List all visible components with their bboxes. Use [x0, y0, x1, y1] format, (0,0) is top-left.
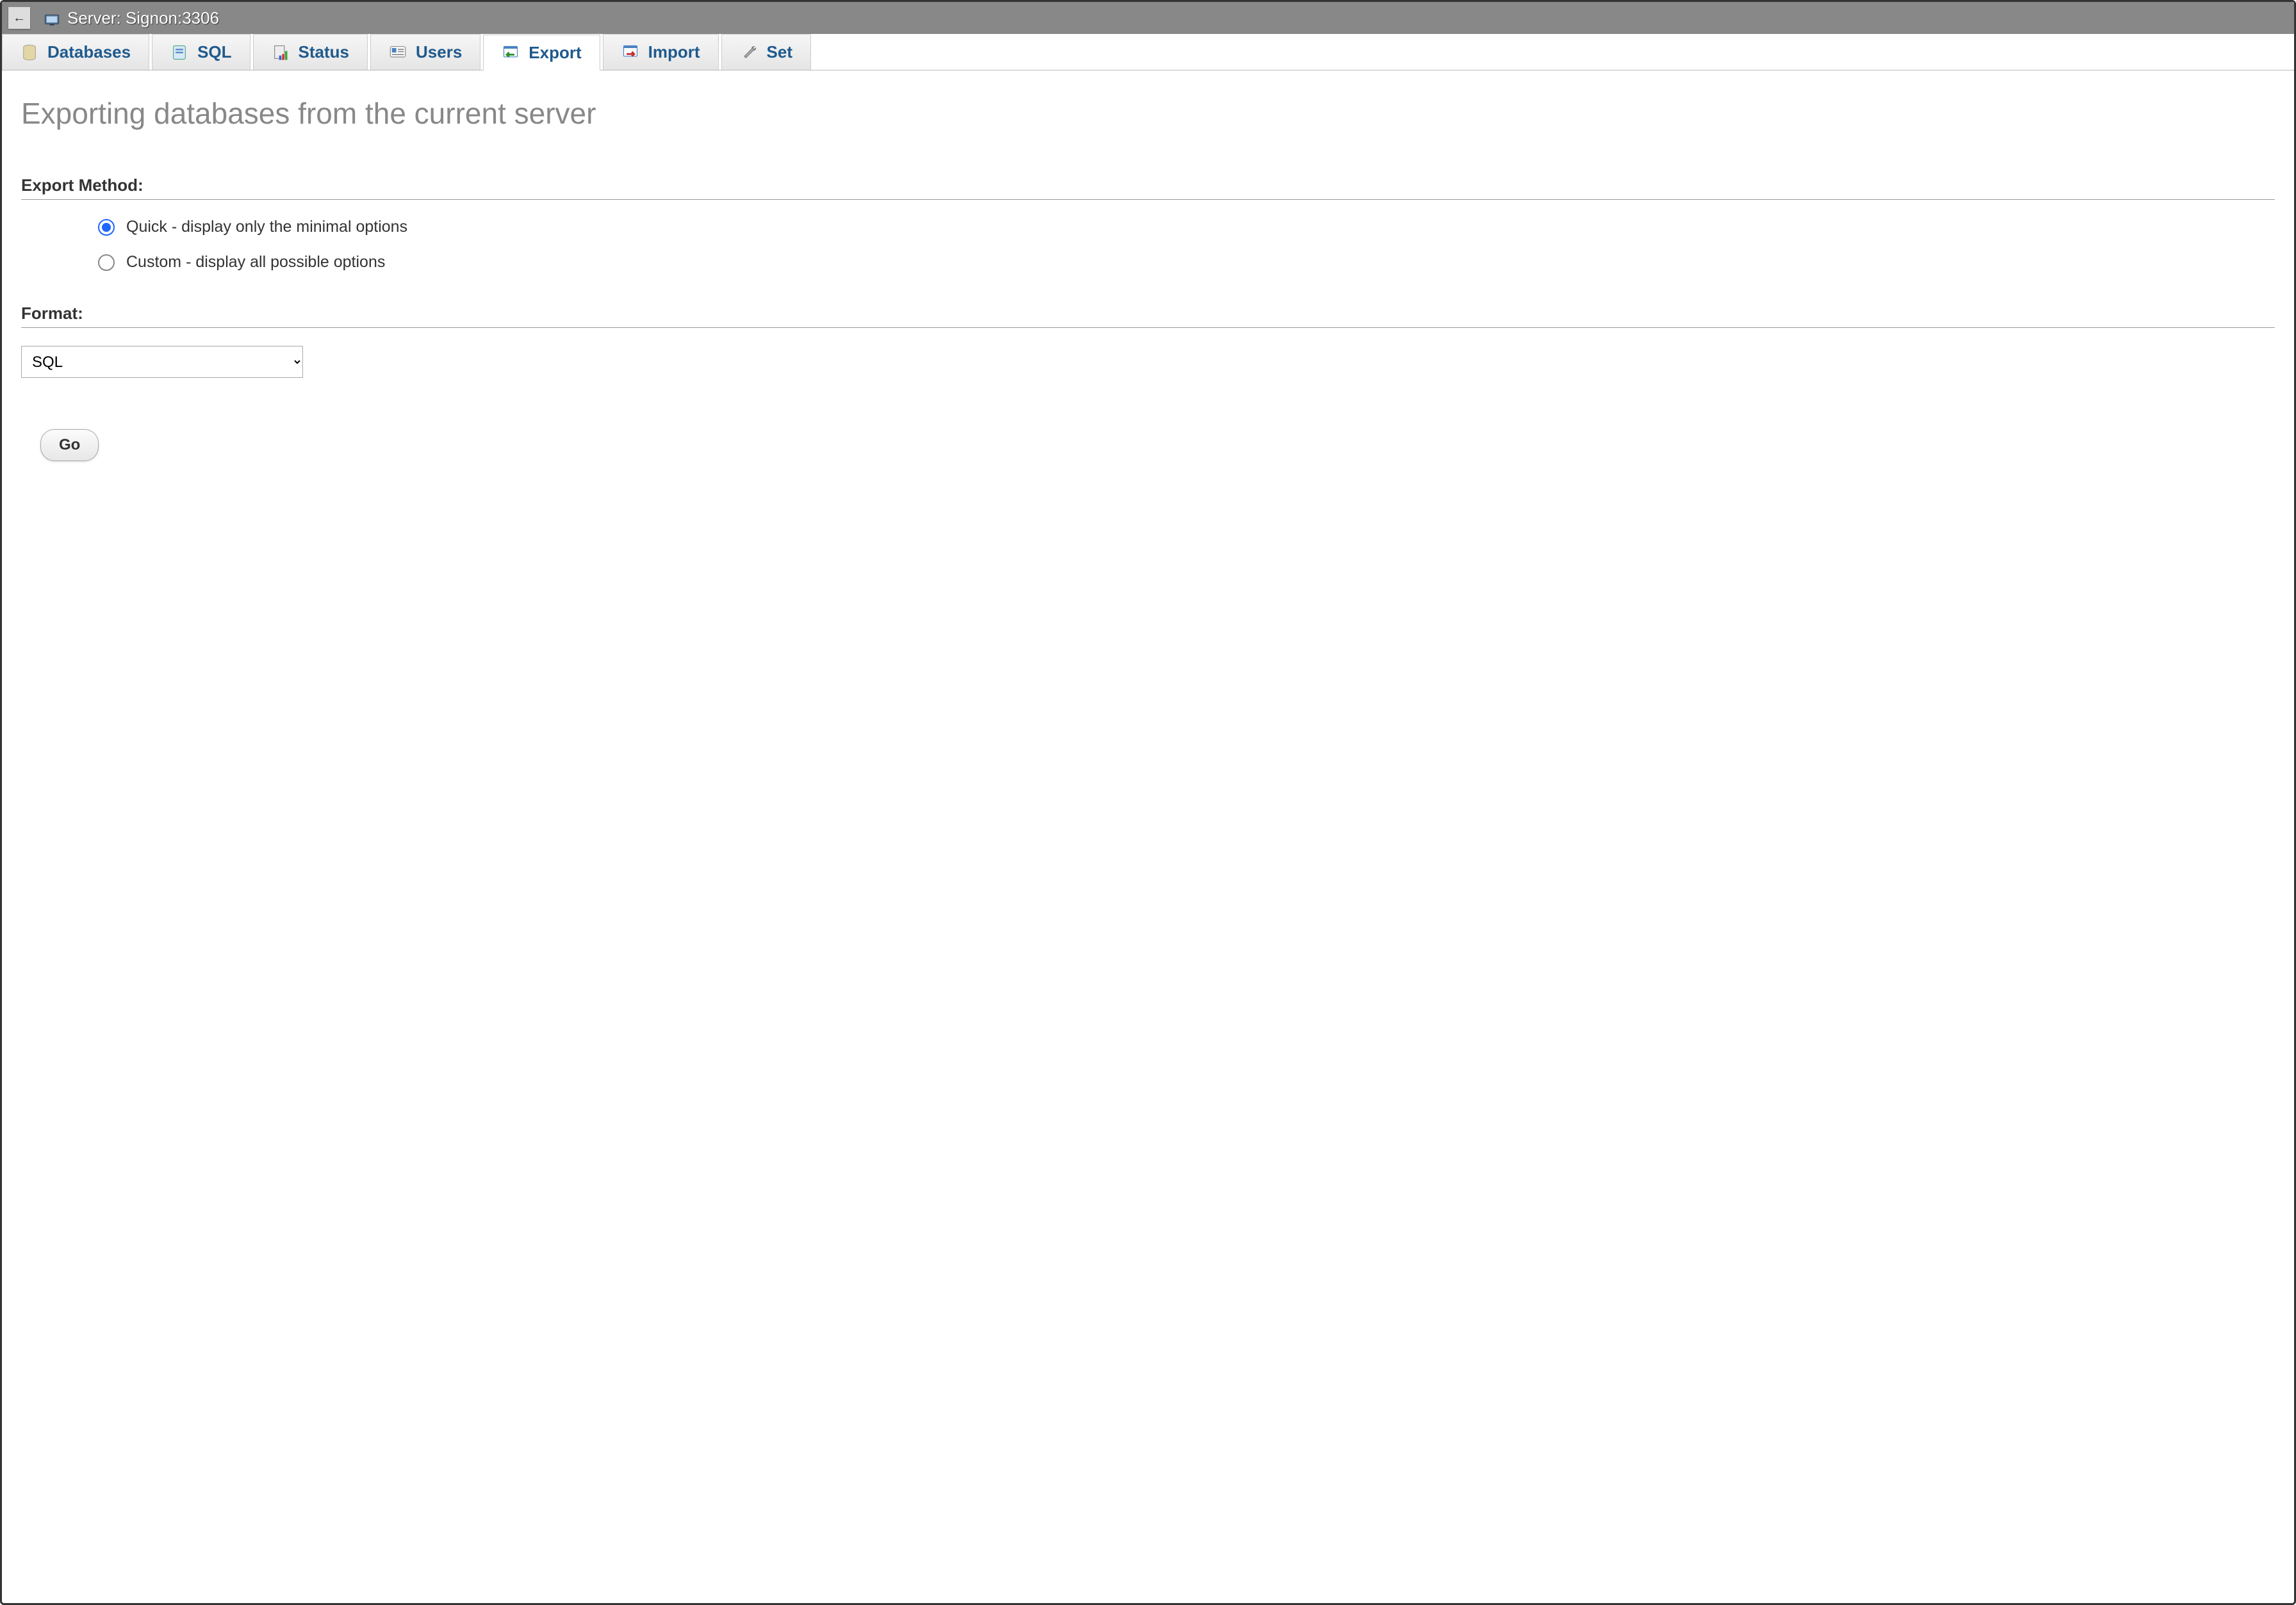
export-method-quick-row[interactable]: Quick - display only the minimal options: [98, 218, 2275, 236]
import-icon: [621, 44, 639, 61]
server-breadcrumb[interactable]: Server: Signon:3306: [43, 8, 219, 28]
tab-import[interactable]: Import: [603, 34, 719, 70]
radio-quick-label: Quick - display only the minimal options: [126, 218, 407, 236]
main-content: Exporting databases from the current ser…: [2, 70, 2294, 474]
tab-sql[interactable]: SQL: [152, 34, 250, 70]
database-icon: [20, 44, 38, 61]
back-button[interactable]: ←: [8, 7, 30, 29]
main-tab-row: Databases SQL Status Users Export Import: [2, 34, 2294, 70]
tab-label: Status: [299, 42, 349, 62]
tab-label: SQL: [197, 42, 231, 62]
export-method-group: Quick - display only the minimal options…: [21, 218, 2275, 272]
settings-icon: [740, 44, 758, 61]
sql-icon: [170, 44, 188, 61]
tab-label: Users: [416, 42, 462, 62]
page-title: Exporting databases from the current ser…: [21, 96, 2275, 131]
export-icon: [502, 44, 520, 62]
tab-users[interactable]: Users: [370, 34, 480, 70]
tab-label: Import: [648, 42, 700, 62]
tab-settings[interactable]: Set: [721, 34, 811, 70]
server-label: Server: Signon:3306: [67, 8, 219, 28]
tab-databases[interactable]: Databases: [2, 34, 149, 70]
tab-status[interactable]: Status: [253, 34, 368, 70]
tab-label: Databases: [47, 42, 131, 62]
arrow-left-icon: ←: [13, 11, 26, 26]
tab-export[interactable]: Export: [483, 35, 600, 70]
export-method-heading: Export Method:: [21, 175, 2275, 200]
tab-label: Export: [529, 43, 581, 63]
server-icon: [43, 9, 61, 27]
radio-custom-label: Custom - display all possible options: [126, 253, 385, 272]
status-icon: [272, 44, 290, 61]
format-heading: Format:: [21, 304, 2275, 328]
radio-custom[interactable]: [98, 254, 115, 271]
export-method-custom-row[interactable]: Custom - display all possible options: [98, 253, 2275, 272]
users-icon: [389, 44, 407, 61]
tab-label: Set: [767, 42, 792, 62]
format-select[interactable]: SQL: [21, 346, 303, 378]
go-button[interactable]: Go: [40, 429, 99, 461]
header-bar: ← Server: Signon:3306: [2, 2, 2294, 34]
radio-quick[interactable]: [98, 219, 115, 236]
